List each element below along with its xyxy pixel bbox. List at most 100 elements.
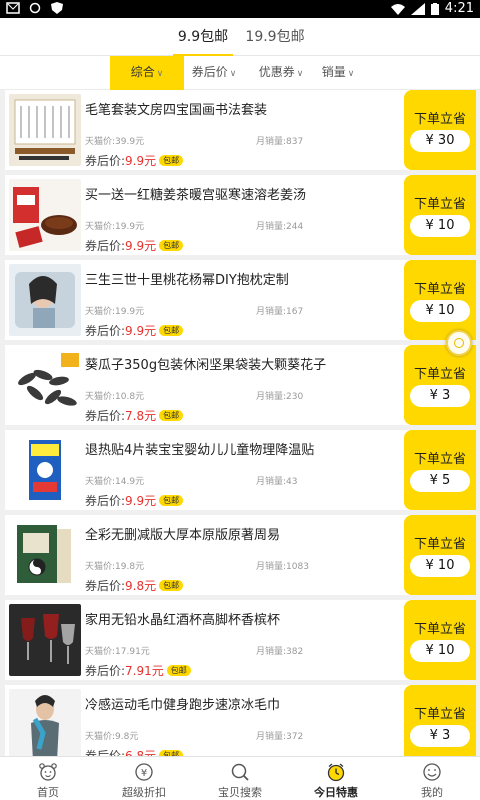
coupon-price-value: 9.8元 — [125, 579, 157, 593]
monthly-sales: 月销量:372 — [256, 732, 304, 742]
product-card[interactable]: 全彩无删减版大厚本原版原著周易 天猫价:19.8元 月销量:1083 券后价: 9… — [5, 515, 476, 595]
order-save-button[interactable]: 下单立省 ¥ 10 — [404, 515, 476, 595]
coupon-price-value: 7.91元 — [125, 664, 164, 678]
coupon-price-row: 券后价: 9.8元 包邮 — [85, 577, 184, 594]
product-card[interactable]: 葵瓜子350g包装休闲坚果袋装大颗葵花子 天猫价:10.8元 月销量:230 券… — [5, 345, 476, 425]
product-card[interactable]: 家用无铅水晶红酒杯高脚杯香槟杯 天猫价:17.91元 月销量:382 券后价: 7… — [5, 600, 476, 680]
save-label: 下单立省 — [413, 112, 466, 127]
coupon-price-prefix: 券后价: — [85, 579, 126, 593]
shield-icon — [51, 2, 63, 14]
save-amount: ¥ 10 — [410, 215, 470, 237]
tab-19-9-free-shipping[interactable]: 19.9包邮 — [225, 18, 325, 56]
monthly-sales: 月销量:837 — [256, 137, 304, 147]
save-amount: ¥ 3 — [410, 385, 470, 407]
product-image-sport-towel — [9, 689, 81, 756]
save-label: 下单立省 — [413, 622, 466, 637]
product-title[interactable]: 家用无铅水晶红酒杯高脚杯香槟杯 — [85, 609, 395, 628]
free-shipping-badge: 包邮 — [166, 665, 191, 676]
product-title[interactable]: 退热贴4片装宝宝婴幼儿儿童物理降温贴 — [85, 439, 395, 458]
product-image-brush-set — [9, 94, 81, 166]
filter-coupon-price-label: 券后价 — [191, 65, 228, 79]
filter-sales[interactable]: 销量 ∨ — [318, 56, 358, 90]
save-amount: ¥ 10 — [410, 640, 470, 662]
product-title[interactable]: 买一送一红糖姜茶暖宫驱寒速溶老姜汤 — [85, 184, 395, 203]
product-card[interactable]: 毛笔套装文房四宝国画书法套装 天猫价:39.9元 月销量:837 券后价: 9.9… — [5, 90, 476, 170]
coupon-price-value: 6.8元 — [125, 749, 157, 756]
coupon-price-row: 券后价: 7.8元 包邮 — [85, 407, 184, 424]
product-image-cooling-patch — [9, 434, 81, 506]
coupon-price-prefix: 券后价: — [85, 749, 126, 756]
nav-search-label: 宝贝搜索 — [218, 786, 262, 799]
monthly-sales: 月销量:244 — [256, 222, 304, 232]
coupon-price-value: 9.9元 — [125, 154, 157, 168]
product-image-wine-glasses — [9, 604, 81, 676]
free-shipping-badge: 包邮 — [159, 495, 184, 506]
save-label: 下单立省 — [413, 707, 466, 722]
product-list[interactable]: 毛笔套装文房四宝国画书法套装 天猫价:39.9元 月销量:837 券后价: 9.9… — [0, 90, 480, 756]
product-image-pillow — [9, 264, 81, 336]
free-shipping-badge: 包邮 — [159, 410, 184, 421]
coupon-price-value: 9.9元 — [125, 239, 157, 253]
coupon-price-prefix: 券后价: — [85, 409, 126, 423]
discount-icon: ¥ — [135, 763, 153, 781]
product-card[interactable]: 冷感运动毛巾健身跑步速凉冰毛巾 天猫价:9.8元 月销量:372 券后价: 6.8… — [5, 685, 476, 756]
save-label: 下单立省 — [413, 452, 466, 467]
nav-today-deals-label: 今日特惠 — [314, 786, 358, 799]
search-icon — [231, 763, 249, 781]
sync-icon — [29, 2, 41, 14]
order-save-button[interactable]: 下单立省 ¥ 10 — [404, 175, 476, 255]
free-shipping-badge: 包邮 — [159, 580, 184, 591]
filter-coupon-label: 优惠券 — [258, 65, 295, 79]
coupon-price-prefix: 券后价: — [85, 324, 126, 338]
chevron-down-icon: ∨ — [156, 69, 164, 79]
filter-overall[interactable]: 综合 ∨ — [110, 56, 184, 90]
order-save-button[interactable]: 下单立省 ¥ 3 — [404, 345, 476, 425]
product-title[interactable]: 葵瓜子350g包装休闲坚果袋装大颗葵花子 — [85, 354, 395, 373]
nav-super-discount[interactable]: ¥ 超级折扣 — [96, 757, 192, 800]
filter-coupon[interactable]: 优惠券 ∨ — [248, 56, 314, 90]
nav-today-deals[interactable]: 今日特惠 — [288, 757, 384, 800]
floating-assist-button[interactable] — [446, 330, 472, 356]
product-card[interactable]: 退热贴4片装宝宝婴幼儿儿童物理降温贴 天猫价:14.9元 月销量:43 券后价:… — [5, 430, 476, 510]
filter-bar: 综合 ∨ 券后价 ∨ 优惠券 ∨ 销量 ∨ — [0, 56, 480, 90]
order-save-button[interactable]: 下单立省 ¥ 30 — [404, 90, 476, 170]
product-title[interactable]: 三生三世十里桃花杨幂DIY抱枕定制 — [85, 269, 395, 288]
chevron-down-icon: ∨ — [347, 69, 355, 79]
product-title[interactable]: 全彩无删减版大厚本原版原著周易 — [85, 524, 395, 543]
free-shipping-badge: 包邮 — [159, 325, 184, 336]
order-save-button[interactable]: 下单立省 ¥ 10 — [404, 260, 476, 340]
save-amount: ¥ 30 — [410, 130, 470, 152]
coupon-price-value: 7.8元 — [125, 409, 157, 423]
coupon-price-value: 9.9元 — [125, 494, 157, 508]
product-card[interactable]: 买一送一红糖姜茶暖宫驱寒速溶老姜汤 天猫价:19.9元 月销量:244 券后价:… — [5, 175, 476, 255]
nav-home-label: 首页 — [37, 786, 59, 799]
filter-sales-label: 销量 — [321, 65, 346, 79]
product-title[interactable]: 毛笔套装文房四宝国画书法套装 — [85, 99, 395, 118]
coupon-price-prefix: 券后价: — [85, 664, 126, 678]
free-shipping-badge: 包邮 — [159, 240, 184, 251]
nav-super-discount-label: 超级折扣 — [122, 786, 166, 799]
tmall-price: 天猫价:17.91元 — [85, 647, 150, 657]
battery-icon — [430, 2, 439, 15]
tmall-price: 天猫价:39.9元 — [85, 137, 145, 147]
chevron-down-icon: ∨ — [296, 69, 304, 79]
bottom-nav: 首页 ¥ 超级折扣 宝贝搜索 今日特惠 我的 — [0, 756, 480, 800]
order-save-button[interactable]: 下单立省 ¥ 5 — [404, 430, 476, 510]
save-label: 下单立省 — [413, 282, 466, 297]
tmall-price: 天猫价:14.9元 — [85, 477, 145, 487]
coupon-price-value: 9.9元 — [125, 324, 157, 338]
product-card[interactable]: 三生三世十里桃花杨幂DIY抱枕定制 天猫价:19.9元 月销量:167 券后价:… — [5, 260, 476, 340]
order-save-button[interactable]: 下单立省 ¥ 3 — [404, 685, 476, 756]
product-image-ginger-tea — [9, 179, 81, 251]
nav-mine[interactable]: 我的 — [384, 757, 480, 800]
nav-home[interactable]: 首页 — [0, 757, 96, 800]
tmall-price: 天猫价:9.8元 — [85, 732, 139, 742]
wifi-icon — [390, 3, 405, 15]
nav-search[interactable]: 宝贝搜索 — [192, 757, 288, 800]
coupon-price-prefix: 券后价: — [85, 154, 126, 168]
home-face-icon — [39, 763, 57, 781]
order-save-button[interactable]: 下单立省 ¥ 10 — [404, 600, 476, 680]
filter-coupon-price[interactable]: 券后价 ∨ — [184, 56, 244, 90]
product-title[interactable]: 冷感运动毛巾健身跑步速凉冰毛巾 — [85, 694, 395, 713]
save-label: 下单立省 — [413, 537, 466, 552]
